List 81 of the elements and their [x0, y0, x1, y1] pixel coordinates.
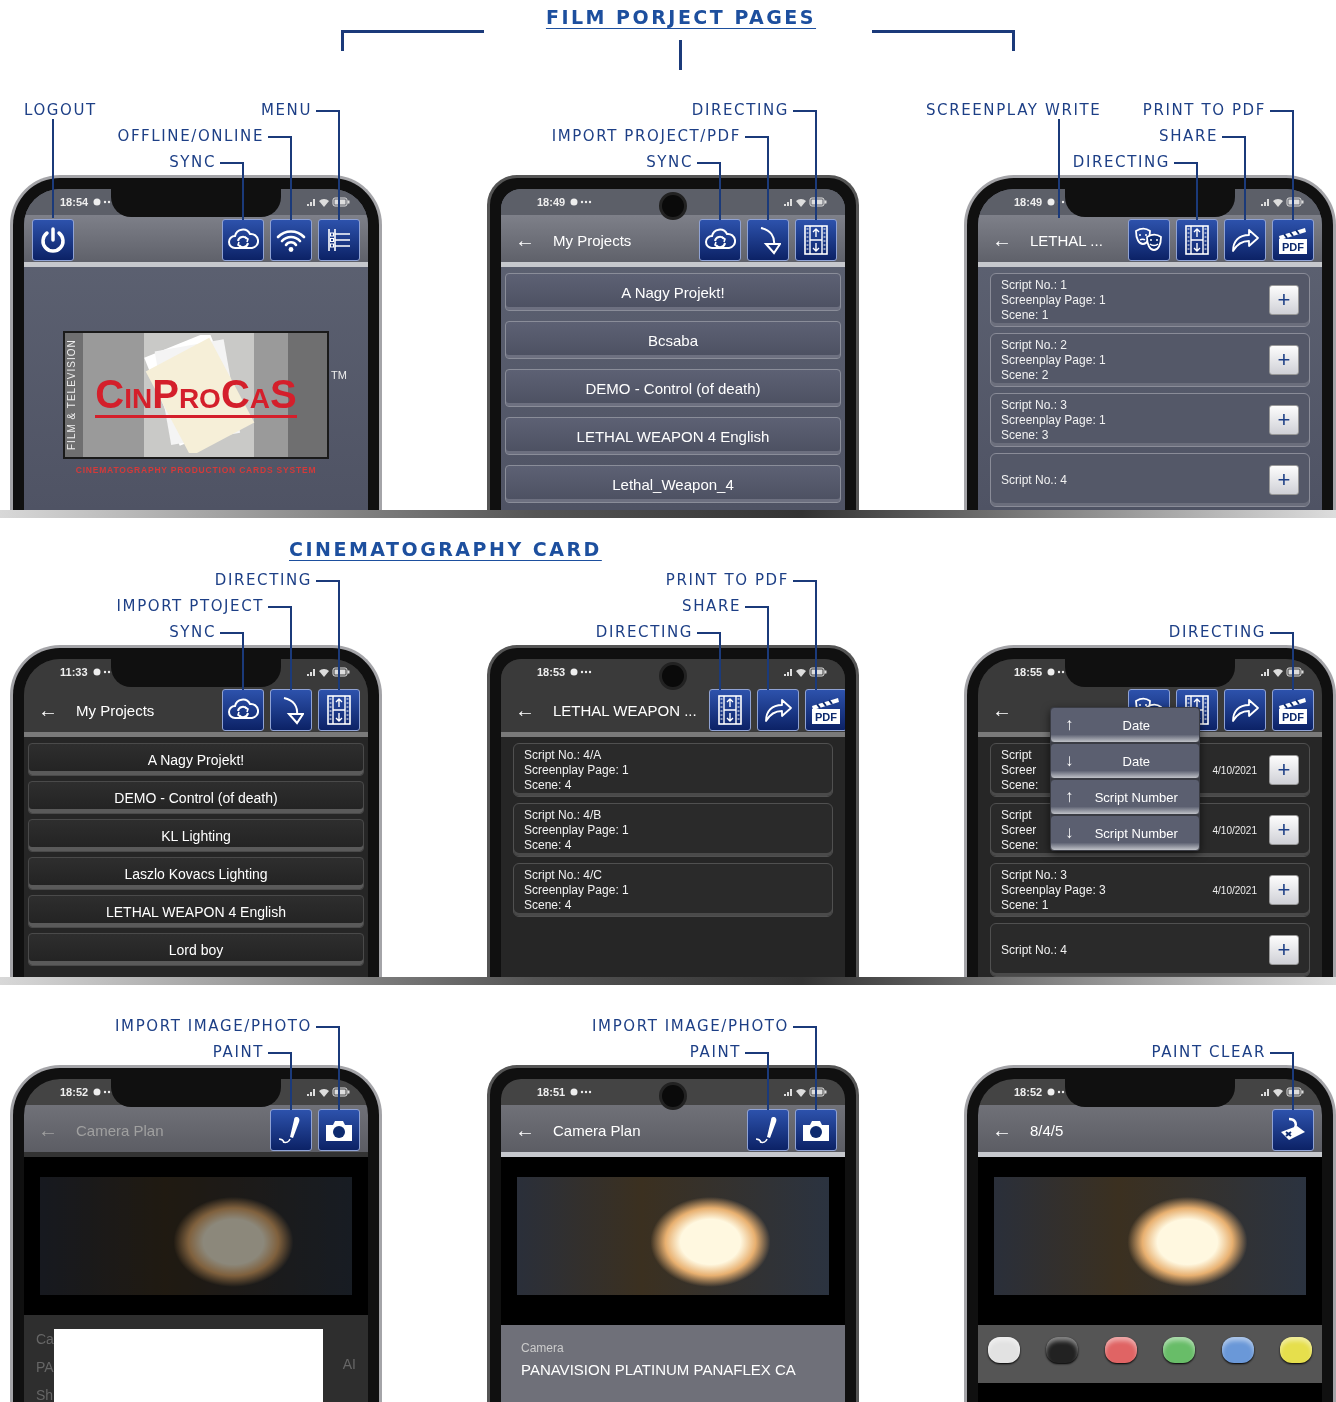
status-time: 18:53 [537, 666, 566, 678]
card-date: 4/10/2021 [1212, 764, 1257, 776]
card-date: 4/10/2021 [1212, 884, 1257, 896]
script-info-text: Screenplay Page: 1 [524, 882, 629, 898]
script-info-text: Scene: 1 [1001, 897, 1049, 913]
callout-label: PAINT CLEAR [1150, 1042, 1266, 1063]
callout-label: SHARE [1158, 126, 1218, 147]
callout-label: DIRECTING [594, 622, 693, 643]
section-title: CINEMATOGRAPHY CARD [289, 538, 602, 560]
callout-label: SYNC [645, 152, 693, 173]
callout-label: OFFLINE/ONLINE [116, 126, 264, 147]
callout-label: PAINT [688, 1042, 741, 1063]
script-info-text: Scene: 4 [524, 837, 572, 853]
callout-label: SHARE [681, 596, 741, 617]
status-time: 18:52 [60, 1086, 89, 1098]
script-info-text: Scene: 2 [1001, 367, 1049, 383]
callout-label: SYNC [168, 622, 216, 643]
screen-title: My Projects [76, 701, 155, 719]
script-info-text: Scene: 1 [1001, 307, 1049, 323]
callout-label: PAINT [211, 1042, 264, 1063]
script-info-text: Scene: 4 [524, 777, 572, 793]
script-info-text: Scene: 3 [1001, 427, 1049, 443]
card-date: 4/10/2021 [1212, 824, 1257, 836]
script-info-text: Script No.: 4/A [524, 747, 602, 763]
callout-label: IMPORT PROJECT/PDF [550, 126, 741, 147]
script-info-text: Screer [1001, 822, 1037, 838]
script-info-text: Scene: [1001, 837, 1039, 853]
obscured-text: PA [36, 1359, 54, 1375]
status-time: 18:55 [1014, 666, 1043, 678]
status-time: 18:49 [537, 196, 566, 208]
script-info-text: Script No.: 3 [1001, 867, 1068, 883]
status-time: 18:54 [60, 196, 89, 208]
section-title: FILM PORJECT PAGES [545, 6, 817, 28]
status-time: 18:49 [1014, 196, 1043, 208]
logo-wordmark: CinProCaS [95, 372, 297, 418]
script-info-text: Script No.: 4 [1001, 472, 1068, 488]
status-time: 11:33 [60, 666, 88, 678]
script-info-text: Script No.: 4/B [524, 807, 602, 823]
callout-label: SYNC [168, 152, 216, 173]
script-info-text: Screenplay Page: 1 [1001, 352, 1106, 368]
callout-label: MENU [259, 100, 312, 121]
script-info-text: Screenplay Page: 1 [524, 822, 629, 838]
status-time: 18:51 [537, 1086, 566, 1098]
script-info-text: Script [1001, 807, 1032, 823]
callout-label: DIRECTING [1167, 622, 1266, 643]
screen-title: 8/4/5 [1030, 1121, 1064, 1139]
script-info-text: Script No.: 4/C [524, 867, 603, 883]
callout-label: DIRECTING [1071, 152, 1170, 173]
script-info-text: Screenplay Page: 3 [1001, 882, 1106, 898]
callout-label: DIRECTING [213, 570, 312, 591]
script-info-text: Script No.: 3 [1001, 397, 1068, 413]
callout-label: LOGOUT [23, 100, 97, 121]
script-info-text: Script No.: 1 [1001, 277, 1068, 293]
obscured-text: Sh [36, 1387, 54, 1402]
screen-title: Camera Plan [76, 1121, 164, 1139]
obscured-text: Ca [36, 1331, 54, 1347]
screen-title: LETHAL ... [1030, 231, 1103, 249]
trademark-mark: TM [331, 369, 347, 381]
script-info-text: Script No.: 4 [1001, 942, 1068, 958]
script-info-text: Scene: 4 [524, 897, 572, 913]
callout-label: DIRECTING [690, 100, 789, 121]
callout-label: PRINT TO PDF [664, 570, 789, 591]
screen-title: LETHAL WEAPON ... [553, 701, 697, 719]
callout-label: SCREENPLAY WRITE [925, 100, 1102, 121]
callout-label: IMPORT PTOJECT [115, 596, 264, 617]
callout-label: PRINT TO PDF [1141, 100, 1266, 121]
callout-label: IMPORT IMAGE/PHOTO [114, 1016, 312, 1037]
script-info-text: Script [1001, 747, 1032, 763]
status-time: 18:52 [1014, 1086, 1043, 1098]
script-info-text: Screenplay Page: 1 [524, 762, 629, 778]
screen-title: My Projects [553, 231, 632, 249]
screen-title: Camera Plan [553, 1121, 641, 1139]
logo-side-text: FILM & TELEVISION [66, 338, 77, 453]
script-info-text: Screer [1001, 762, 1037, 778]
logo-tagline: CINEMATOGRAPHY PRODUCTION CARDS SYSTEM [75, 465, 317, 475]
script-info-text: Scene: [1001, 777, 1039, 793]
obscured-text: AI [342, 1356, 356, 1372]
script-info-text: Screenplay Page: 1 [1001, 292, 1106, 308]
script-info-text: Script No.: 2 [1001, 337, 1068, 353]
callout-label: IMPORT IMAGE/PHOTO [591, 1016, 789, 1037]
script-info-text: Screenplay Page: 1 [1001, 412, 1106, 428]
